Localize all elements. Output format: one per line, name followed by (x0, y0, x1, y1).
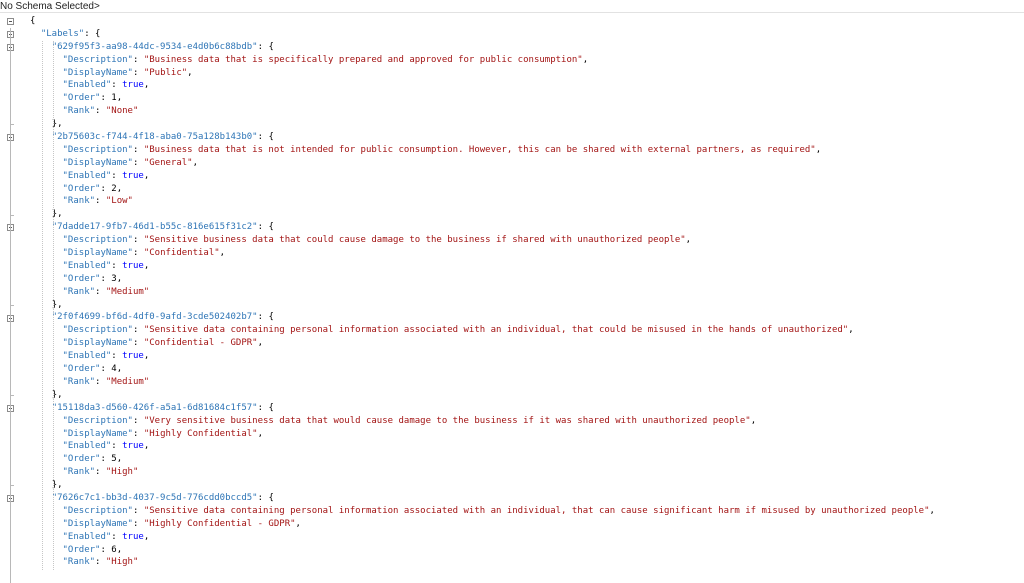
code-line: "Labels": { (40, 28, 101, 39)
code-line: "Description": "Sensitive data containin… (62, 505, 935, 516)
indent-guide (41, 40, 43, 570)
code-line: "DisplayName": "Highly Confidential", (62, 428, 264, 439)
code-line: }, (51, 389, 63, 400)
fold-end-tick (10, 304, 14, 306)
code-line: "Order": 6, (62, 544, 123, 555)
code-line: "Description": "Sensitive data containin… (62, 325, 854, 336)
code-area[interactable]: { "Labels": { "629f95f3-aa98-44dc-9534-e… (30, 15, 935, 569)
code-line: "DisplayName": "Confidential", (62, 248, 226, 259)
fold-end-tick (10, 124, 14, 126)
code-line: }, (51, 299, 63, 310)
code-line: "Enabled": true, (62, 531, 150, 542)
code-line: "15118da3-d560-426f-a5a1-6d81684c1f57": … (51, 402, 274, 413)
code-line: "DisplayName": "General", (62, 157, 199, 168)
code-line: "Rank": "High" (62, 467, 139, 478)
collapse-minus-icon[interactable] (7, 18, 14, 25)
code-line: }, (51, 480, 63, 491)
code-line: "Enabled": true, (62, 351, 150, 362)
code-line: "Description": "Very sensitive business … (62, 415, 757, 426)
code-line: { (30, 16, 36, 26)
code-line: "Order": 3, (62, 273, 123, 284)
schema-label: No Schema Selected> (0, 1, 100, 12)
fold-end-tick (10, 485, 14, 487)
code-line: "Rank": "Medium" (62, 286, 150, 297)
code-line: "Description": "Sensitive business data … (62, 235, 692, 246)
fold-end-tick (10, 214, 14, 216)
code-line: "2b75603c-f744-4f18-aba0-75a128b143b0": … (51, 132, 274, 143)
code-line: "Order": 1, (62, 93, 123, 104)
code-line: "7dadde17-9fb7-46d1-b55c-816e615f31c2": … (51, 222, 274, 233)
code-line: "Order": 2, (62, 183, 123, 194)
json-editor[interactable]: { "Labels": { "629f95f3-aa98-44dc-9534-e… (0, 15, 1024, 583)
code-line: "Enabled": true, (62, 80, 150, 91)
fold-end-tick (10, 395, 14, 397)
code-line: "2f0f4699-bf6d-4df0-9afd-3cde502402b7": … (51, 312, 274, 323)
code-line: "Order": 4, (62, 364, 123, 375)
code-line: "DisplayName": "Confidential - GDPR", (62, 338, 264, 349)
code-line: "Rank": "Medium" (62, 376, 150, 387)
code-line: "DisplayName": "Public", (62, 67, 193, 78)
code-line: "Rank": "High" (62, 557, 139, 568)
code-line: "Order": 5, (62, 454, 123, 465)
code-line: "Rank": "None" (62, 106, 139, 117)
fold-gutter (0, 15, 26, 583)
indent-guide (52, 40, 54, 570)
code-line: "DisplayName": "Highly Confidential - GD… (62, 518, 301, 529)
code-line: "Description": "Business data that is sp… (62, 54, 589, 65)
schema-selector[interactable]: No Schema Selected> (0, 0, 1024, 13)
code-line: "Enabled": true, (62, 260, 150, 271)
code-line: "Description": "Business data that is no… (62, 144, 822, 155)
code-line: "629f95f3-aa98-44dc-9534-e4d0b6c88bdb": … (51, 41, 274, 52)
code-line: "Enabled": true, (62, 170, 150, 181)
code-line: }, (51, 119, 63, 130)
code-line: "Enabled": true, (62, 441, 150, 452)
code-line: }, (51, 209, 63, 220)
code-line: "Rank": "Low" (62, 196, 133, 207)
code-line: "7626c7c1-bb3d-4037-9c5d-776cdd0bccd5": … (51, 492, 274, 503)
